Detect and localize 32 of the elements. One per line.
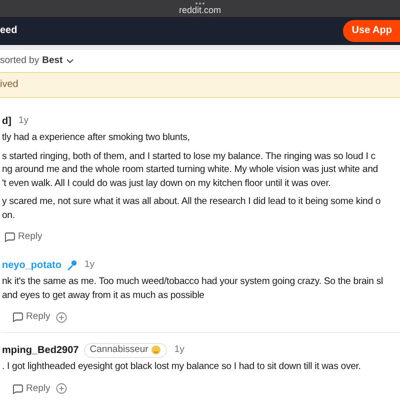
more-icon[interactable] [195,2,205,5]
header-title: eed [0,24,18,38]
add-circle-icon[interactable] [56,383,68,394]
comment-text-line: y scared me, not sure what it was all about. All the research I did lead to it being some kind o [2,195,382,209]
comment-text-line: . I got lightheaded eyesight got black lost my balance so I had to sit down till it was over. [2,360,362,374]
comment-icon [4,232,15,242]
reply-button[interactable]: Reply [4,230,42,245]
use-app-button[interactable]: Use App [342,20,400,42]
reply-button[interactable]: Reply [12,382,50,396]
comment-text-line: and eyes to get away from it as much as possible [2,288,206,302]
flair-text: Cannabisseur [90,343,148,358]
comment-text-line: tly had a experience after smoking two blunts, [2,131,191,145]
comment-time: 1y [18,114,28,128]
comment-author[interactable]: mping_Bed2907 [2,342,79,358]
reply-button[interactable]: Reply [12,310,50,325]
sort-dropdown[interactable]: sorted by Best [0,54,74,68]
comment-icon [12,384,23,394]
comment-icon [12,312,23,322]
comment-text-line: on. [2,208,16,222]
add-circle-icon[interactable] [56,312,68,323]
url-text[interactable]: reddit.com [178,4,222,16]
comment-text-line: nk it's the same as me. Too much weed/tobacco had your system going crazy. So the brain sl [2,275,384,289]
comment-author[interactable]: neyo_potato [2,258,62,273]
comment-time: 1y [84,258,94,272]
microphone-icon [66,260,78,271]
comment-text-line: ng around me and the whole room started turning white. My whole vision was just white and [2,163,379,177]
comment-author[interactable]: d] [2,114,12,129]
banner-text: ived [0,78,18,92]
comment-text-line: s started ringing, both of them, and I started to lose my balance. The ringing was so loud I c [2,150,376,164]
chevron-down-icon [66,58,74,64]
comment-text-line: 't even walk. All I could do was just lay down on my kitchen floor until it was over. [2,176,332,190]
comment-time: 1y [174,343,184,358]
